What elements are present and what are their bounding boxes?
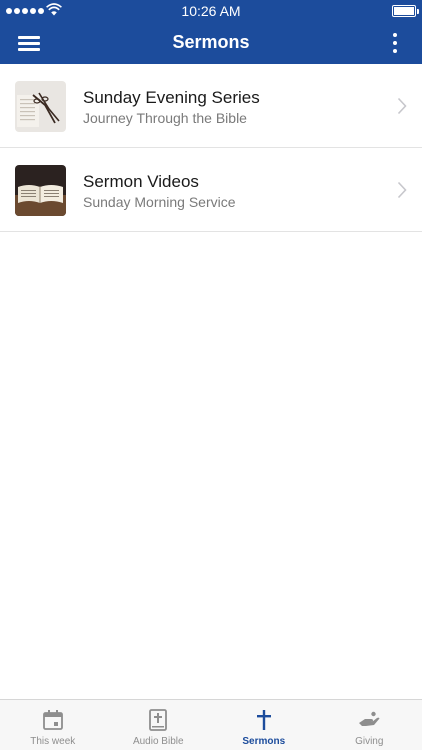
list-item-title: Sermon Videos bbox=[83, 172, 199, 191]
header: 10:26 AM Sermons bbox=[0, 0, 422, 64]
bible-icon bbox=[149, 709, 168, 731]
tab-audio-bible[interactable]: Audio Bible bbox=[106, 700, 212, 750]
status-time: 10:26 AM bbox=[181, 3, 241, 19]
battery-icon bbox=[392, 5, 419, 17]
open-bible-thumbnail bbox=[15, 165, 66, 216]
tab-label: This week bbox=[30, 736, 76, 747]
chevron-right-icon bbox=[397, 181, 407, 199]
page-title: Sermons bbox=[172, 32, 250, 52]
list-item-sunday-evening-series[interactable]: Sunday Evening Series Journey Through th… bbox=[0, 64, 422, 148]
tab-this-week[interactable]: This week bbox=[0, 700, 106, 750]
list-item-subtitle: Sunday Morning Service bbox=[83, 194, 236, 210]
glasses-on-book-thumbnail bbox=[15, 81, 66, 132]
list-item-title: Sunday Evening Series bbox=[83, 88, 260, 107]
app-screen: 10:26 AM Sermons Sunday Evening Series J… bbox=[0, 0, 422, 750]
calendar-icon bbox=[42, 710, 63, 730]
tab-label: Sermons bbox=[242, 736, 286, 747]
tab-label: Audio Bible bbox=[132, 736, 184, 747]
tab-bar: This week Audio Bible Sermons Giving bbox=[0, 699, 422, 750]
cross-icon bbox=[256, 710, 271, 730]
list-item-sermon-videos[interactable]: Sermon Videos Sunday Morning Service bbox=[0, 148, 422, 232]
status-bar: 10:26 AM bbox=[0, 0, 422, 22]
giving-hand-icon bbox=[359, 711, 380, 726]
tab-sermons[interactable]: Sermons bbox=[211, 700, 317, 750]
tab-label: Giving bbox=[355, 736, 384, 747]
chevron-right-icon bbox=[397, 97, 407, 115]
sermon-list: Sunday Evening Series Journey Through th… bbox=[0, 64, 422, 232]
tab-giving[interactable]: Giving bbox=[317, 700, 422, 750]
list-item-subtitle: Journey Through the Bible bbox=[83, 110, 247, 126]
nav-bar: Sermons bbox=[0, 22, 422, 64]
more-options-icon[interactable] bbox=[390, 31, 400, 55]
